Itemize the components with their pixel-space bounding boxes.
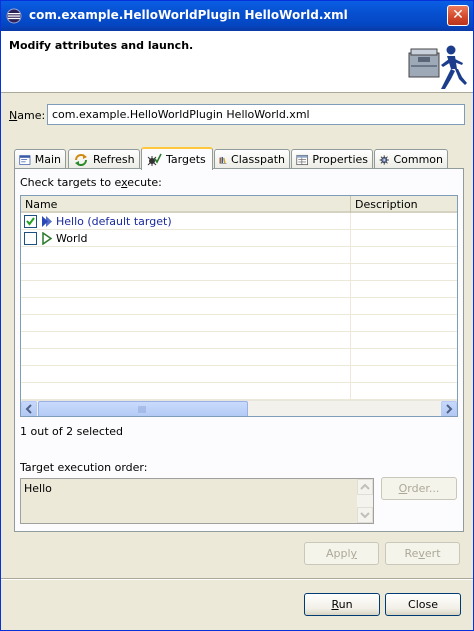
apply-button[interactable]: Apply <box>304 542 379 565</box>
table-row[interactable]: World <box>21 230 457 247</box>
properties-icon <box>296 154 309 165</box>
launch-dialog-window: com.example.HelloWorldPlugin HelloWorld.… <box>0 0 474 631</box>
targets-tab-panel: Check targets to execute: Name Descripti… <box>14 168 464 532</box>
eclipse-app-icon <box>6 8 22 24</box>
tab-properties[interactable]: Properties <box>291 149 373 169</box>
horizontal-scrollbar[interactable] <box>21 400 457 416</box>
execution-order-label: Target execution order: <box>20 461 148 474</box>
tab-common-label: Common <box>393 153 443 166</box>
scroll-up-button[interactable] <box>357 479 373 495</box>
tab-targets-label: Targets <box>166 153 206 166</box>
target-icon <box>42 232 53 245</box>
scroll-down-button[interactable] <box>357 507 373 523</box>
dialog-header: Modify attributes and launch. <box>1 31 473 93</box>
targets-table: Name Description Hello (default target) <box>20 195 458 417</box>
title-bar[interactable]: com.example.HelloWorldPlugin HelloWorld.… <box>1 1 473 31</box>
revert-button[interactable]: Revert <box>385 542 460 565</box>
tab-refresh[interactable]: Refresh <box>68 149 140 169</box>
table-header: Name Description <box>21 196 457 213</box>
name-label: Name: <box>9 109 46 122</box>
tab-common[interactable]: Common <box>374 149 448 169</box>
check-targets-label: Check targets to execute: <box>20 176 162 189</box>
tab-main[interactable]: Main <box>14 149 66 169</box>
execution-order-value: Hello <box>24 482 52 495</box>
scroll-left-button[interactable] <box>21 401 37 416</box>
common-gear-icon <box>379 154 389 165</box>
row-name-hello: Hello (default target) <box>56 215 172 228</box>
tab-properties-label: Properties <box>312 153 368 166</box>
classpath-icon <box>219 156 227 164</box>
tab-classpath[interactable]: Classpath <box>214 149 290 169</box>
tab-refresh-label: Refresh <box>93 153 135 166</box>
tab-main-label: Main <box>34 153 61 166</box>
header-message: Modify attributes and launch. <box>9 39 194 52</box>
targets-icon <box>147 153 162 166</box>
run-button[interactable]: Run <box>304 593 380 616</box>
selected-count-text: 1 out of 2 selected <box>20 425 124 438</box>
row-checkbox-hello[interactable] <box>24 215 37 228</box>
table-rows: Hello (default target) World <box>21 213 457 401</box>
ant-launch-wizard-icon <box>408 45 467 89</box>
window-title: com.example.HelloWorldPlugin HelloWorld.… <box>29 8 348 22</box>
column-header-description[interactable]: Description <box>351 196 457 213</box>
execution-order-text-area[interactable]: Hello <box>20 478 374 524</box>
main-tab-icon <box>19 154 31 165</box>
button-separator <box>1 578 473 580</box>
row-name-world: World <box>56 232 88 245</box>
close-button[interactable]: Close <box>385 593 461 616</box>
scroll-right-button[interactable] <box>441 401 457 416</box>
table-row[interactable]: Hello (default target) <box>21 213 457 230</box>
order-vertical-scrollbar[interactable] <box>357 479 373 523</box>
default-target-icon <box>42 216 52 227</box>
row-checkbox-world[interactable] <box>24 232 37 245</box>
tab-classpath-label: Classpath <box>231 153 285 166</box>
window-close-button[interactable]: ✕ <box>447 5 469 26</box>
order-button[interactable]: Order... <box>381 477 457 500</box>
refresh-icon <box>75 153 87 166</box>
column-header-name[interactable]: Name <box>21 196 351 213</box>
tab-bar: Main Refresh Targets Classpath Propertie… <box>14 147 454 170</box>
scrollbar-thumb[interactable] <box>38 401 248 416</box>
tab-targets[interactable]: Targets <box>141 147 213 170</box>
name-input[interactable] <box>47 104 465 125</box>
